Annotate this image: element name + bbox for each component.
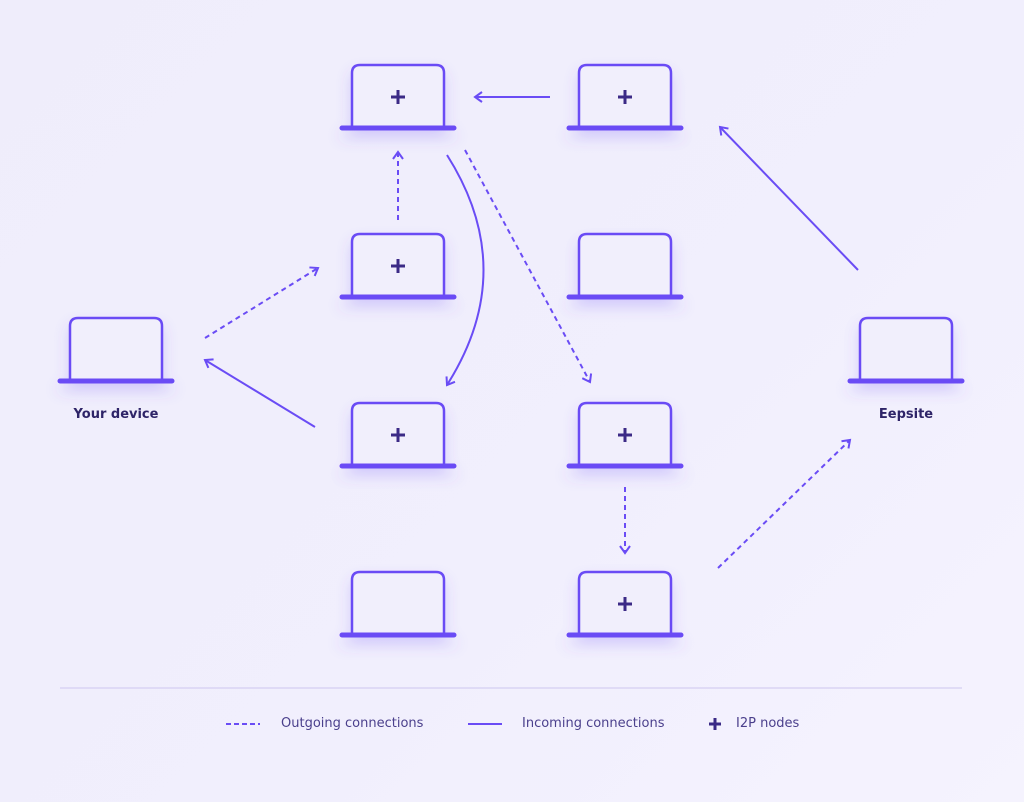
laptop-n7 [339, 570, 457, 638]
legend-nodes-label: I2P nodes [736, 716, 800, 731]
i2p-node-laptop [566, 63, 684, 131]
laptop-icon [577, 232, 673, 296]
i2p-node-laptop [566, 570, 684, 638]
laptop-icon [350, 570, 446, 634]
laptop-eepsite [847, 316, 965, 384]
legend-incoming-label: Incoming connections [522, 716, 665, 731]
legend-plus-icon [709, 718, 721, 730]
laptop-icon [68, 316, 164, 380]
laptop-icon [858, 316, 954, 380]
i2p-node-laptop [339, 232, 457, 300]
incoming-connection [203, 358, 316, 428]
your-device-label: Your device [73, 407, 159, 422]
incoming-connection [445, 154, 485, 387]
i2p-node-laptop [339, 63, 457, 131]
laptop-n4 [566, 232, 684, 300]
incoming-connection [718, 125, 859, 271]
i2p-node-laptop [566, 401, 684, 469]
laptop-device [57, 316, 175, 384]
network-diagram [57, 63, 965, 730]
eepsite-label: Eepsite [878, 407, 934, 422]
outgoing-connection [717, 438, 852, 569]
outgoing-connection [204, 266, 320, 339]
legend-outgoing-label: Outgoing connections [281, 716, 424, 731]
i2p-node-laptop [339, 401, 457, 469]
